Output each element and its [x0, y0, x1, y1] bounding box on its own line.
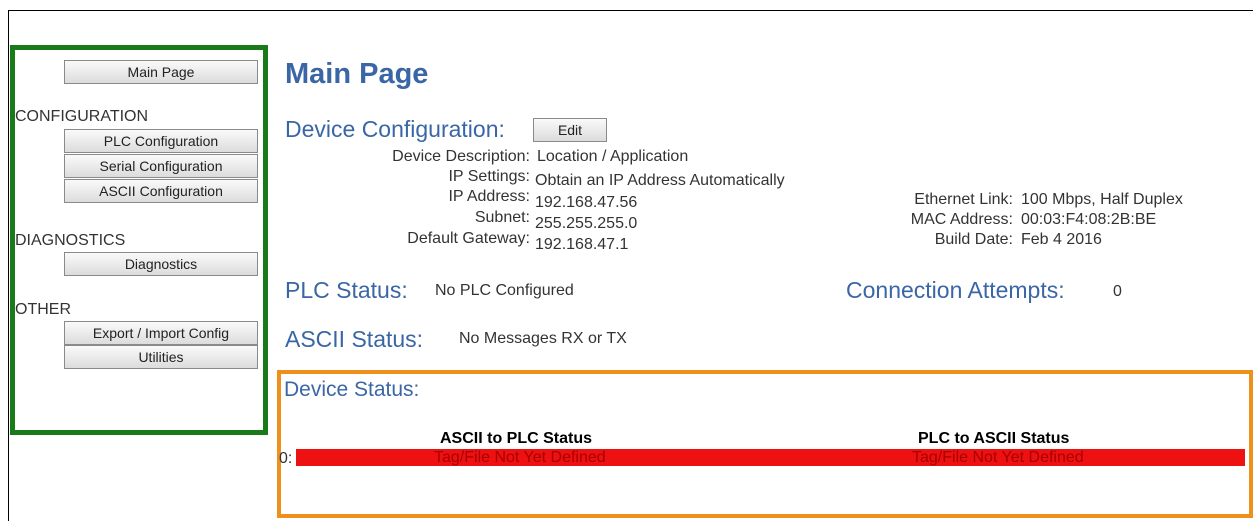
- ethernet-link-value: 100 Mbps, Half Duplex: [1021, 191, 1183, 208]
- mac-address-value: 00:03:F4:08:2B:BE: [1021, 211, 1157, 228]
- plc-configuration-button[interactable]: PLC Configuration: [64, 129, 258, 153]
- build-date-label: Build Date:: [934, 231, 1013, 248]
- default-gateway-value: 192.168.47.1: [535, 236, 629, 253]
- serial-configuration-button[interactable]: Serial Configuration: [64, 154, 258, 178]
- ascii-status-heading: ASCII Status:: [285, 326, 424, 352]
- device-status-panel: [277, 370, 1253, 518]
- ascii-to-plc-status-value: Tag/File Not Yet Defined: [434, 449, 606, 466]
- configuration-heading: CONFIGURATION: [15, 108, 149, 125]
- ip-address-value: 192.168.47.56: [535, 194, 638, 211]
- export-import-config-button[interactable]: Export / Import Config: [64, 321, 258, 345]
- default-gateway-label: Default Gateway:: [407, 230, 530, 247]
- ascii-to-plc-header: ASCII to PLC Status: [440, 430, 593, 447]
- connection-attempts-value: 0: [1113, 283, 1122, 300]
- diagnostics-button[interactable]: Diagnostics: [64, 252, 258, 276]
- plc-to-ascii-header: PLC to ASCII Status: [918, 430, 1070, 447]
- page-title: Main Page: [285, 58, 429, 90]
- connection-attempts-heading: Connection Attempts:: [846, 277, 1065, 303]
- main-page-button[interactable]: Main Page: [64, 60, 258, 84]
- ascii-status-value: No Messages RX or TX: [459, 330, 627, 347]
- ascii-configuration-button[interactable]: ASCII Configuration: [64, 179, 258, 203]
- other-heading: OTHER: [15, 301, 71, 318]
- ethernet-link-label: Ethernet Link:: [914, 191, 1013, 208]
- diagnostics-heading: DIAGNOSTICS: [15, 232, 126, 249]
- status-row-label: 0:: [279, 450, 293, 467]
- edit-button[interactable]: Edit: [533, 118, 607, 142]
- ip-address-label: IP Address:: [448, 188, 530, 205]
- utilities-button[interactable]: Utilities: [64, 345, 258, 369]
- subnet-label: Subnet:: [474, 209, 530, 226]
- ip-settings-value: Obtain an IP Address Automatically: [535, 172, 785, 189]
- device-configuration-heading: Device Configuration:: [285, 116, 505, 142]
- device-description-value: Location / Application: [537, 148, 689, 165]
- plc-status-heading: PLC Status:: [285, 277, 408, 303]
- device-status-heading: Device Status:: [284, 378, 420, 401]
- mac-address-label: MAC Address:: [910, 211, 1013, 228]
- build-date-value: Feb 4 2016: [1021, 231, 1102, 248]
- ip-settings-label: IP Settings:: [448, 168, 530, 185]
- device-description-label: Device Description:: [392, 148, 530, 165]
- subnet-value: 255.255.255.0: [535, 215, 638, 232]
- plc-status-value: No PLC Configured: [435, 282, 574, 299]
- plc-to-ascii-status-value: Tag/File Not Yet Defined: [912, 449, 1084, 466]
- sidebar-nav: Main Page CONFIGURATION PLC Configuratio…: [10, 45, 268, 435]
